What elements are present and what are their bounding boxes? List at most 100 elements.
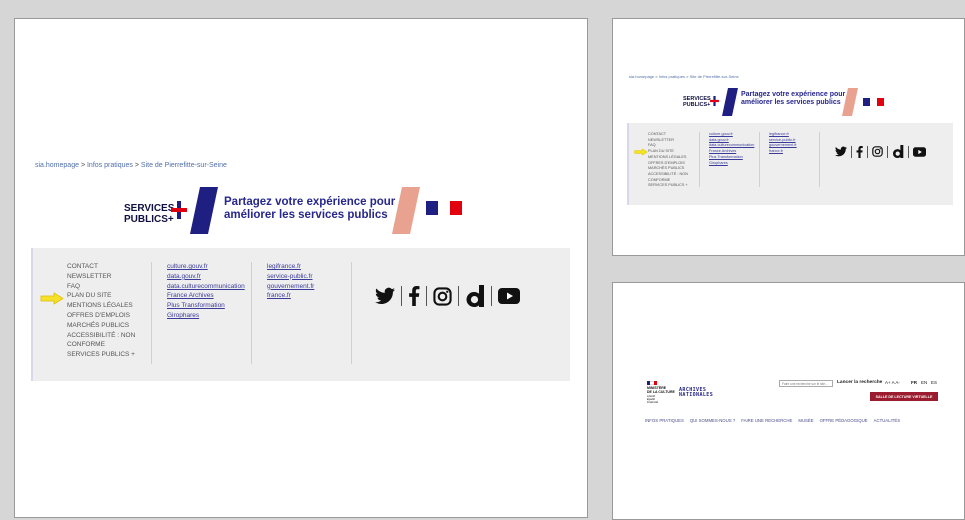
logo-line-2: PUBLICS+ [124, 213, 174, 225]
yellow-arrow-icon [634, 148, 648, 156]
nav-actualites[interactable]: ACTUALITÉS [874, 418, 901, 423]
footer-link-contact[interactable]: CONTACT [67, 262, 135, 272]
breadcrumb: sia.homepage > Infos pratiques > Site de… [629, 74, 739, 79]
dailymotion-icon[interactable] [465, 285, 485, 307]
banner-text-line-2: améliorer les services publics [741, 99, 841, 107]
social-separator [851, 145, 852, 158]
search-placeholder: Faire une recherche sur le site... [782, 382, 828, 386]
footer-link-offres-emplois[interactable]: OFFRES D'EMPLOIS [67, 311, 135, 321]
social-icons [375, 285, 520, 307]
nav-faire-une-recherche[interactable]: FAIRE UNE RECHERCHE [741, 418, 792, 423]
language-es[interactable]: ES [931, 380, 937, 385]
services-publics-banner[interactable]: SERVICES PUBLICS+ Partagez votre expérie… [613, 83, 964, 123]
footer-link-legifrance[interactable]: legifrance.fr [267, 262, 314, 272]
footer-link-services-publics[interactable]: SERVICES PUBLICS + [67, 350, 135, 360]
social-separator [426, 286, 427, 306]
plus-icon [710, 96, 719, 106]
footer-link-france-archives[interactable]: France Archives [167, 291, 245, 301]
french-flag-icon [426, 201, 462, 215]
nav-infos-pratiques[interactable]: INFOS PRATIQUES [645, 418, 684, 423]
dailymotion-icon[interactable] [892, 145, 904, 158]
footer-link-accessibilite[interactable]: ACCESSIBILITÉ : NON [67, 331, 135, 341]
french-flag-icon [863, 98, 884, 106]
breadcrumb-current-page: Site de Pierrefitte-sur-Seine [140, 162, 227, 169]
breadcrumb-infos-pratiques-link[interactable]: Infos pratiques [87, 162, 133, 169]
social-separator [867, 145, 868, 158]
ministry-motto-3: Fraternité [647, 401, 659, 404]
footer-divider [351, 262, 352, 364]
site-footer: CONTACT NEWSLETTER FAQ PLAN DU SITE MENT… [31, 248, 570, 381]
search-input[interactable]: Faire une recherche sur le site... [779, 380, 833, 387]
footer-link-girophares[interactable]: Girophares [167, 311, 245, 321]
footer-link-marches-publics[interactable]: MARCHÉS PUBLICS [67, 321, 135, 331]
social-separator [491, 286, 492, 306]
footer-link-data-gouv[interactable]: data.gouv.fr [167, 272, 245, 282]
archives-line-2: NATIONALES [679, 392, 714, 398]
breadcrumb-separator: > [134, 162, 139, 169]
footer-link-data-culturecommunication[interactable]: data.culturecommunication [167, 282, 245, 292]
breadcrumb-infos-pratiques-link[interactable]: Infos pratiques [659, 74, 685, 79]
social-separator [908, 145, 909, 158]
footer-link-service-public[interactable]: service-public.fr [267, 272, 314, 282]
youtube-icon[interactable] [913, 146, 926, 157]
facebook-icon[interactable] [408, 286, 420, 306]
footer-link-france[interactable]: france.fr [769, 149, 797, 155]
footer-link-plus-transformation[interactable]: Plus Transformation [167, 301, 245, 311]
breadcrumb-home-link[interactable]: sia.homepage [35, 162, 79, 169]
archives-nationales-logo[interactable]: ARCHIVES NATIONALES [679, 388, 713, 398]
footer-links-column-1: culture.gouv.fr data.gouv.fr data.cultur… [167, 262, 245, 321]
footer-link-newsletter[interactable]: NEWSLETTER [67, 272, 135, 282]
marianne-flag-icon [647, 381, 657, 385]
instagram-icon[interactable] [433, 286, 452, 306]
footer-divider [151, 262, 152, 364]
footer-link-conforme[interactable]: CONFORME [67, 340, 135, 350]
logo-line-1: SERVICES [124, 203, 175, 214]
breadcrumb-separator: > [655, 74, 658, 79]
ministry-logo[interactable]: MINISTÈRE DE LA CULTURE Liberté Égalité … [647, 386, 675, 404]
footer-divider [251, 262, 252, 364]
yellow-arrow-icon [40, 292, 64, 305]
youtube-icon[interactable] [498, 288, 520, 304]
banner-text-line-1: Partagez votre expérience pour [741, 91, 846, 98]
nav-offre-pedagogique[interactable]: OFFRE PÉDAGOGIQUE [820, 418, 868, 423]
footer-link-girophares[interactable]: Girophares [709, 161, 754, 167]
footer-link-culture-gouv[interactable]: culture.gouv.fr [167, 262, 245, 272]
footer-nav-column: CONTACT NEWSLETTER FAQ PLAN DU SITE MENT… [67, 262, 135, 360]
services-publics-logo: SERVICES PUBLICS+ [683, 96, 711, 109]
facebook-icon[interactable] [856, 145, 863, 158]
banner-text: Partagez votre expérience pour améliorer… [224, 196, 395, 222]
footer-link-gouvernement[interactable]: gouvernement.fr [267, 282, 314, 292]
site-footer: CONTACT NEWSLETTER FAQ PLAN DU SITE MENT… [627, 123, 953, 205]
font-size-controls[interactable]: A+ A A- [885, 380, 900, 385]
nav-musee[interactable]: MUSÉE [798, 418, 813, 423]
twitter-icon[interactable] [375, 287, 395, 305]
services-publics-banner[interactable]: SERVICES PUBLICS+ Partagez votre expérie… [15, 179, 587, 249]
services-publics-logo: SERVICES PUBLICS+ [124, 203, 175, 225]
footer-link-plan-du-site[interactable]: PLAN DU SITE [67, 291, 135, 301]
logo-line-2: PUBLICS+ [683, 101, 711, 108]
language-fr[interactable]: FR [911, 380, 917, 385]
footer-nav-column: CONTACT NEWSLETTER FAQ PLAN DU SITE MENT… [648, 132, 688, 189]
instagram-icon[interactable] [872, 146, 883, 157]
footer-link-services-publics[interactable]: SERVICES PUBLICS + [648, 183, 688, 189]
nav-qui-sommes-nous[interactable]: QUI SOMMES-NOUS ? [690, 418, 735, 423]
plus-icon [171, 201, 187, 219]
footer-divider [819, 132, 820, 187]
breadcrumb-home-link[interactable]: sia.homepage [629, 74, 654, 79]
footer-divider [699, 132, 700, 187]
breadcrumb-current-page: Site de Pierrefitte-sur-Seine [689, 74, 739, 79]
footer-divider [759, 132, 760, 187]
footer-link-mentions-legales[interactable]: MENTIONS LÉGALES [67, 301, 135, 311]
reading-room-button[interactable]: SALLE DE LECTURE VIRTUELLE [870, 392, 938, 401]
language-en[interactable]: EN [921, 380, 927, 385]
footer-link-france[interactable]: france.fr [267, 291, 314, 301]
social-separator [887, 145, 888, 158]
search-button[interactable]: Lancer la recherche [837, 380, 882, 385]
footer-link-faq[interactable]: FAQ [67, 282, 135, 292]
social-separator [401, 286, 402, 306]
site-header: MINISTÈRE DE LA CULTURE Liberté Égalité … [613, 379, 964, 439]
twitter-icon[interactable] [835, 146, 847, 157]
breadcrumb: sia.homepage > Infos pratiques > Site de… [35, 162, 227, 169]
blue-stripe-decoration [722, 88, 738, 116]
banner-text-line-1: Partagez votre expérience pour [224, 196, 396, 208]
